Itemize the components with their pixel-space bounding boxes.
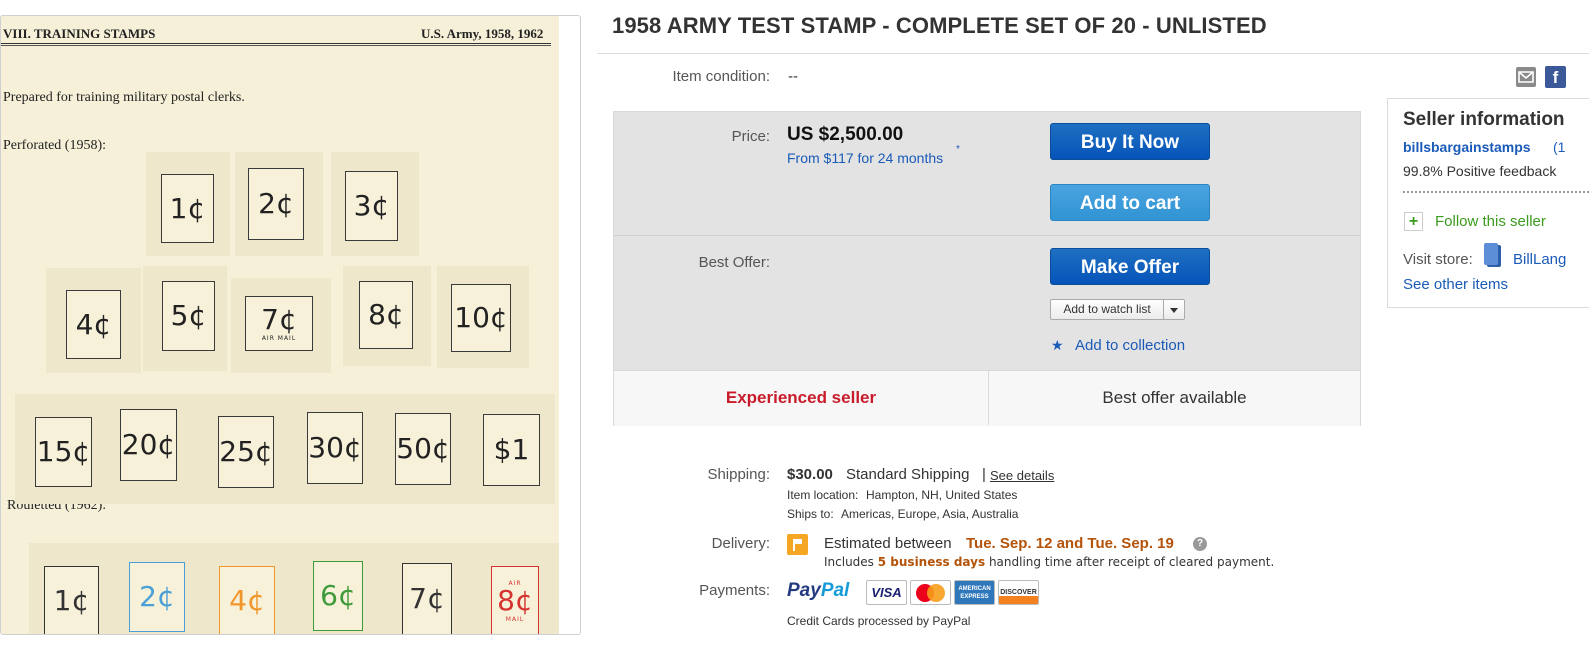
see-details-link[interactable]: See details (990, 468, 1054, 483)
stamp: 1¢ (161, 174, 214, 243)
stamp: 7¢ (402, 563, 452, 634)
stamp-set-image: VIII. TRAINING STAMPS U.S. Army, 1958, 1… (1, 16, 559, 634)
title-divider (597, 53, 1589, 54)
stamp: $1 (483, 414, 540, 486)
seller-feedback: 99.8% Positive feedback (1403, 163, 1557, 179)
watch-list-group: Add to watch list (1050, 299, 1185, 320)
stamp: 5¢ (162, 281, 215, 351)
help-icon[interactable]: ? (1193, 537, 1207, 551)
chevron-down-icon (1170, 308, 1178, 313)
stamp: 50¢ (395, 413, 451, 485)
item-location-label: Item location: (787, 488, 859, 502)
store-name-link[interactable]: BillLang (1513, 251, 1566, 268)
stamp: AIR 8¢ MAIL (491, 566, 539, 634)
stamp: 30¢ (307, 412, 363, 484)
scan-header-left: VIII. TRAINING STAMPS (3, 26, 156, 41)
shipping-service: Standard Shipping (846, 466, 970, 483)
make-offer-button[interactable]: Make Offer (1050, 248, 1210, 285)
stamp: 7¢ AIR MAIL (245, 296, 313, 351)
stamp: 10¢ (451, 284, 511, 352)
shipping-label: Shipping: (707, 466, 770, 483)
stamp: 2¢ (129, 562, 185, 632)
amex-icon: AMERICAN EXPRESS (954, 580, 995, 605)
credit-cards-note: Credit Cards processed by PayPal (787, 614, 971, 628)
stamp: 8¢ (359, 281, 413, 349)
condition-value: -- (788, 68, 798, 85)
stamp: 20¢ (120, 409, 177, 481)
scan-header-right: U.S. Army, 1958, 1962 (421, 26, 544, 41)
scan-rule (1, 43, 551, 44)
condition-label: Item condition: (672, 68, 770, 85)
add-to-watch-list-button[interactable]: Add to watch list (1050, 299, 1164, 320)
handling-time: Includes 5 business days handling time a… (824, 555, 1275, 569)
visit-store-label: Visit store: (1403, 251, 1473, 268)
best-offer-label: Best Offer: (698, 254, 770, 271)
scan-rule (1, 45, 551, 46)
email-share-icon[interactable] (1516, 67, 1536, 87)
delivery-estimate-prefix: Estimated between (824, 535, 952, 552)
delivery-flag-icon (787, 534, 808, 555)
experienced-seller-badge: Experienced seller (725, 388, 877, 407)
visa-icon: VISA (866, 580, 907, 605)
buy-box-divider (614, 235, 1360, 236)
stamp: 2¢ (248, 168, 304, 240)
follow-seller-link[interactable]: Follow this seller (1435, 213, 1546, 230)
financing-link[interactable]: From $117 for 24 months (787, 150, 943, 166)
stamp: 15¢ (35, 417, 92, 487)
stamp: 4¢ (219, 566, 275, 634)
store-icon (1484, 243, 1498, 265)
stamp: 6¢ (313, 561, 363, 631)
shipping-separator: | (982, 466, 986, 483)
see-other-items-link[interactable]: See other items (1403, 276, 1508, 293)
seller-info-title: Seller information (1403, 109, 1565, 130)
star-icon: ★ (1051, 337, 1064, 353)
listing-title: 1958 ARMY TEST STAMP - COMPLETE SET OF 2… (612, 13, 1267, 38)
stamp-margin (29, 543, 559, 634)
item-location-value: Hampton, NH, United States (866, 488, 1018, 502)
stamp: 3¢ (345, 171, 398, 241)
discover-icon: DISCOVER (998, 580, 1039, 605)
facebook-share-icon[interactable]: f (1545, 66, 1566, 88)
paypal-logo: PayPal (787, 580, 850, 601)
scan-caption: Prepared for training military postal cl… (3, 90, 245, 105)
plus-icon[interactable]: + (1404, 212, 1423, 231)
seller-name-link[interactable]: billsbargainstamps (1403, 139, 1531, 155)
buy-it-now-button[interactable]: Buy It Now (1050, 123, 1210, 160)
item-image-panel[interactable]: VIII. TRAINING STAMPS U.S. Army, 1958, 1… (0, 15, 581, 635)
add-to-collection-link[interactable]: Add to collection (1075, 337, 1185, 354)
price-label: Price: (731, 128, 770, 145)
delivery-label: Delivery: (711, 535, 770, 552)
watch-list-dropdown-button[interactable] (1164, 299, 1185, 320)
ships-to-label: Ships to: (787, 507, 834, 521)
best-offer-available-badge: Best offer available (1102, 388, 1247, 407)
delivery-estimate-dates: Tue. Sep. 12 and Tue. Sep. 19 (966, 535, 1174, 552)
stamp-margin (15, 394, 555, 504)
ships-to-value: Americas, Europe, Asia, Australia (841, 507, 1019, 521)
shipping-price: $30.00 (787, 466, 833, 483)
stamp: 25¢ (218, 416, 274, 488)
stamp: 4¢ (66, 290, 121, 359)
payments-label: Payments: (699, 582, 770, 599)
financing-footnote-mark: * (956, 144, 960, 155)
seller-divider (1403, 191, 1589, 193)
price-value: US $2,500.00 (787, 124, 904, 145)
mastercard-icon (910, 580, 951, 605)
perforated-label: Perforated (1958): (3, 138, 107, 153)
seller-feedback-score[interactable]: (1 (1553, 139, 1565, 155)
stamp: 1¢ (44, 566, 99, 634)
add-to-cart-button[interactable]: Add to cart (1050, 184, 1210, 221)
